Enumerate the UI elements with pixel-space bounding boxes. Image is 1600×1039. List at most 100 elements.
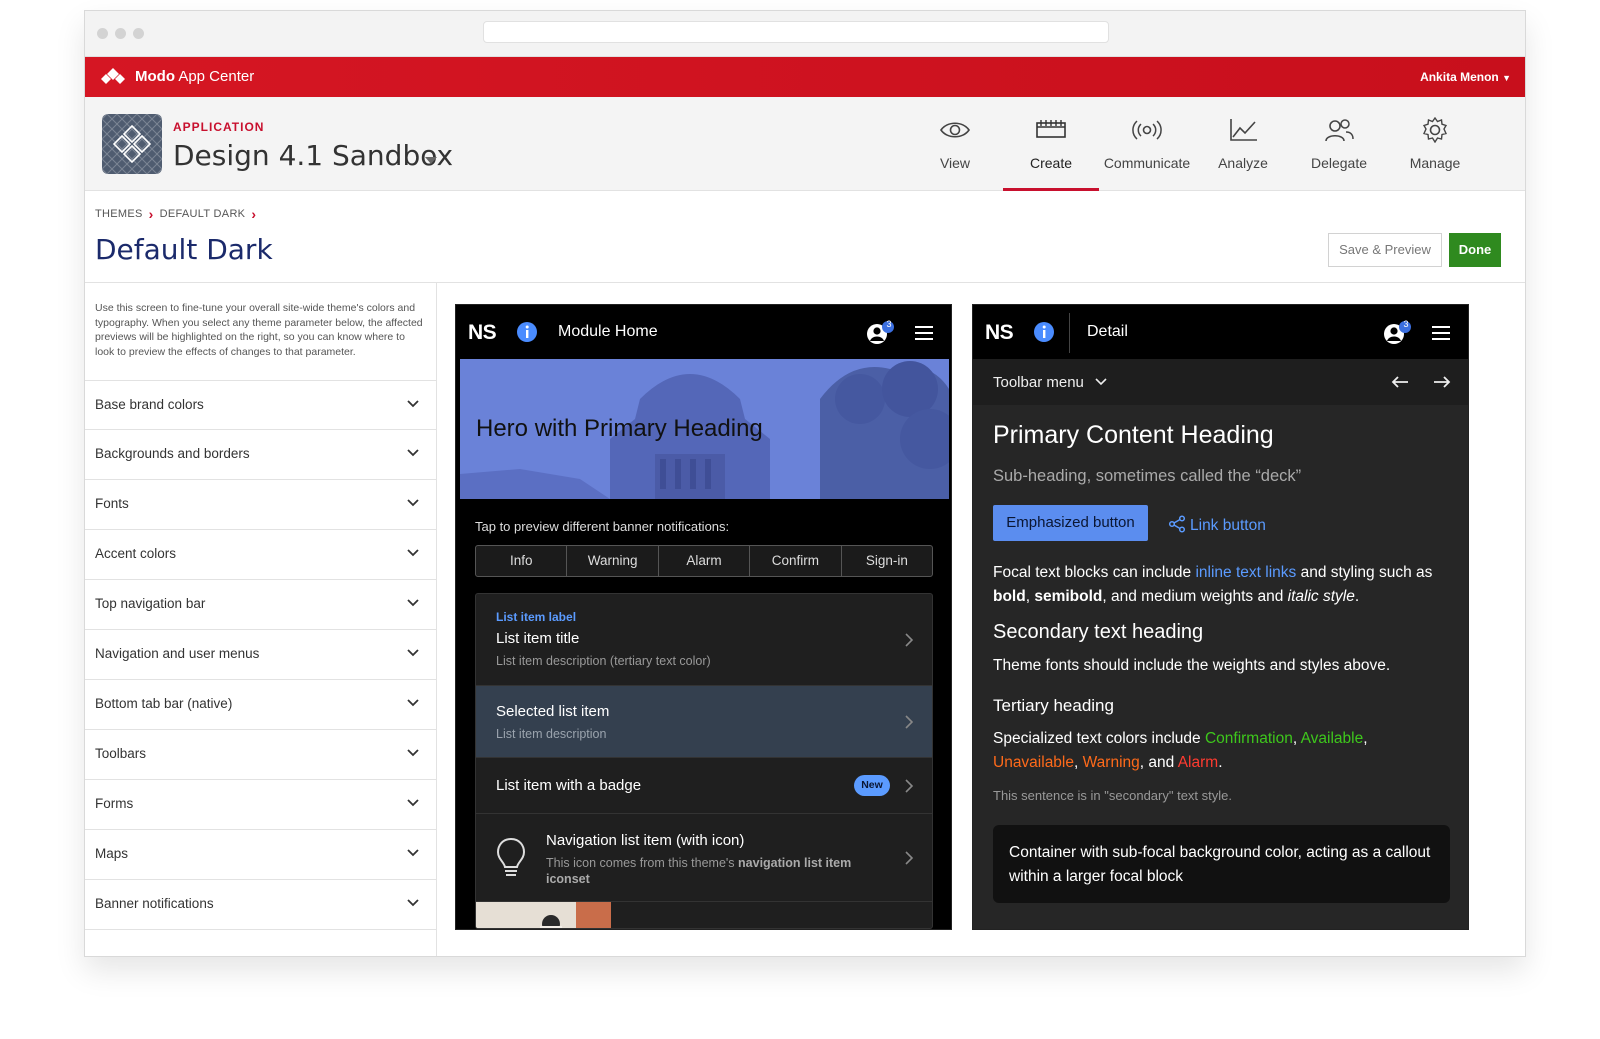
link-button[interactable]: Link button bbox=[1168, 515, 1266, 535]
app-name[interactable]: Design 4.1 Sandbox bbox=[173, 139, 453, 172]
caret-down-icon: ▼ bbox=[1502, 73, 1511, 83]
tab-analyze-label: Analyze bbox=[1218, 155, 1268, 171]
app-logo bbox=[102, 114, 162, 174]
list-item-selected[interactable]: Selected list item List item description bbox=[476, 686, 932, 758]
accordion-section[interactable]: Maps bbox=[85, 830, 436, 880]
chevron-right-icon bbox=[905, 851, 914, 865]
segment-info[interactable]: Info bbox=[476, 546, 568, 576]
accordion-section-label: Toolbars bbox=[95, 746, 147, 761]
preview-canvas: NS Module Home 3 Hero with Primary Headi bbox=[438, 283, 1525, 956]
segment-confirm[interactable]: Confirm bbox=[750, 546, 842, 576]
accordion-section-label: Maps bbox=[95, 846, 129, 861]
tap-instructions: Tap to preview different banner notifica… bbox=[475, 519, 730, 534]
breadcrumb: THEMES › DEFAULT DARK › bbox=[95, 206, 256, 222]
tab-analyze[interactable]: Analyze bbox=[1195, 97, 1291, 191]
brand-name: Modo bbox=[135, 67, 175, 85]
selected-list-item-desc: List item description bbox=[496, 727, 607, 741]
brand[interactable]: Modo App Center bbox=[99, 67, 254, 85]
address-bar[interactable] bbox=[483, 21, 1109, 43]
chevron-down-icon bbox=[407, 849, 419, 857]
preview-title: Detail bbox=[1087, 323, 1128, 340]
accordion-section-label: Accent colors bbox=[95, 546, 177, 561]
arrow-right-icon[interactable] bbox=[1433, 375, 1451, 389]
tab-delegate[interactable]: Delegate bbox=[1291, 97, 1387, 191]
tab-delegate-label: Delegate bbox=[1310, 155, 1368, 171]
emphasized-button[interactable]: Emphasized button bbox=[993, 505, 1148, 541]
accordion-section[interactable]: Navigation and user menus bbox=[85, 630, 436, 680]
chevron-right-icon bbox=[905, 715, 914, 729]
broadcast-icon bbox=[1132, 120, 1162, 140]
segment-sign-in[interactable]: Sign-in bbox=[842, 546, 932, 576]
tab-manage[interactable]: Manage bbox=[1387, 97, 1483, 191]
window-maximize-dot[interactable] bbox=[133, 28, 144, 39]
accordion-section-label: Banner notifications bbox=[95, 896, 214, 911]
list-thumbnail-image bbox=[476, 902, 611, 928]
tab-create[interactable]: Create bbox=[1003, 97, 1099, 191]
menu-icon[interactable] bbox=[1432, 325, 1450, 341]
module-home-preview: NS Module Home 3 Hero with Primary Headi bbox=[455, 304, 952, 930]
lightbulb-icon bbox=[496, 837, 526, 876]
accordion-section[interactable]: Forms bbox=[85, 780, 436, 830]
eye-icon bbox=[940, 122, 970, 138]
segment-alarm[interactable]: Alarm bbox=[659, 546, 751, 576]
accordion-section[interactable]: Banner notifications bbox=[85, 880, 436, 930]
chevron-down-icon bbox=[407, 449, 419, 457]
accordion-section[interactable]: Base brand colors bbox=[85, 380, 436, 430]
browser-window: Modo App Center Ankita Menon ▼ APPLICATI… bbox=[84, 10, 1526, 957]
accordion-section[interactable]: Accent colors bbox=[85, 530, 436, 580]
toolbar-menu[interactable]: Toolbar menu bbox=[993, 374, 1108, 391]
accordion-section[interactable]: Fonts bbox=[85, 480, 436, 530]
nav-list-item-title: Navigation list item (with icon) bbox=[546, 832, 745, 849]
focal-text-block: Focal text blocks can include inline tex… bbox=[993, 564, 1433, 605]
save-preview-button[interactable]: Save & Preview bbox=[1328, 233, 1442, 267]
arrow-left-icon[interactable] bbox=[1391, 375, 1409, 389]
user-menu[interactable]: Ankita Menon ▼ bbox=[1420, 70, 1511, 84]
done-button[interactable]: Done bbox=[1449, 233, 1501, 267]
chevron-down-icon bbox=[407, 899, 419, 907]
nav-list-item-desc: This icon comes from this theme's naviga… bbox=[546, 856, 852, 886]
chevron-down-icon bbox=[1095, 378, 1107, 386]
chevron-down-icon[interactable] bbox=[425, 157, 437, 164]
secondary-style-text: This sentence is in "secondary" text sty… bbox=[993, 788, 1233, 803]
chevron-right-icon bbox=[905, 633, 914, 647]
segment-warning[interactable]: Warning bbox=[567, 546, 659, 576]
navigation-list-item[interactable]: Navigation list item (with icon) This ic… bbox=[476, 814, 932, 902]
info-icon[interactable] bbox=[1033, 321, 1055, 343]
tab-create-label: Create bbox=[1029, 155, 1073, 171]
list-item-badge[interactable]: List item with a badge New bbox=[476, 758, 932, 814]
deck-subheading: Sub-heading, sometimes called the “deck” bbox=[993, 467, 1302, 485]
user-name: Ankita Menon bbox=[1420, 70, 1499, 84]
tab-communicate[interactable]: Communicate bbox=[1099, 97, 1195, 191]
accordion-section-label: Base brand colors bbox=[95, 397, 204, 412]
list-item-desc: List item description (tertiary text col… bbox=[496, 654, 711, 668]
menu-icon[interactable] bbox=[915, 325, 933, 341]
info-icon[interactable] bbox=[516, 321, 538, 343]
accordion-section[interactable]: Toolbars bbox=[85, 730, 436, 780]
browser-chrome bbox=[85, 11, 1525, 57]
window-close-dot[interactable] bbox=[97, 28, 108, 39]
ns-logo[interactable]: NS bbox=[985, 321, 1014, 345]
chevron-right-icon: › bbox=[251, 206, 257, 222]
list-item-title: List item title bbox=[496, 630, 580, 647]
accordion-section[interactable]: Top navigation bar bbox=[85, 580, 436, 630]
breadcrumb-default-dark[interactable]: DEFAULT DARK bbox=[160, 208, 246, 220]
chevron-down-icon bbox=[407, 699, 419, 707]
preview-top-bar: NS Detail 3 bbox=[973, 305, 1468, 359]
inline-text-link[interactable]: inline text links bbox=[1195, 564, 1296, 581]
secondary-text: Theme fonts should include the weights a… bbox=[993, 657, 1391, 674]
breadcrumb-themes[interactable]: THEMES bbox=[95, 208, 143, 220]
chevron-down-icon bbox=[407, 799, 419, 807]
ns-logo[interactable]: NS bbox=[468, 321, 497, 345]
page-title: Default Dark bbox=[95, 233, 273, 266]
window-minimize-dot[interactable] bbox=[115, 28, 126, 39]
chevron-down-icon bbox=[407, 749, 419, 757]
notification-badge: 3 bbox=[1403, 319, 1409, 329]
new-badge: New bbox=[854, 775, 890, 796]
chevron-down-icon bbox=[407, 400, 419, 408]
accordion-section[interactable]: Bottom tab bar (native) bbox=[85, 680, 436, 730]
accordion-section[interactable]: Backgrounds and borders bbox=[85, 430, 436, 480]
list-item[interactable]: List item label List item title List ite… bbox=[476, 594, 932, 686]
tab-view[interactable]: View bbox=[907, 97, 1003, 191]
notification-badge: 3 bbox=[886, 319, 892, 329]
preview-title: Module Home bbox=[558, 323, 658, 340]
